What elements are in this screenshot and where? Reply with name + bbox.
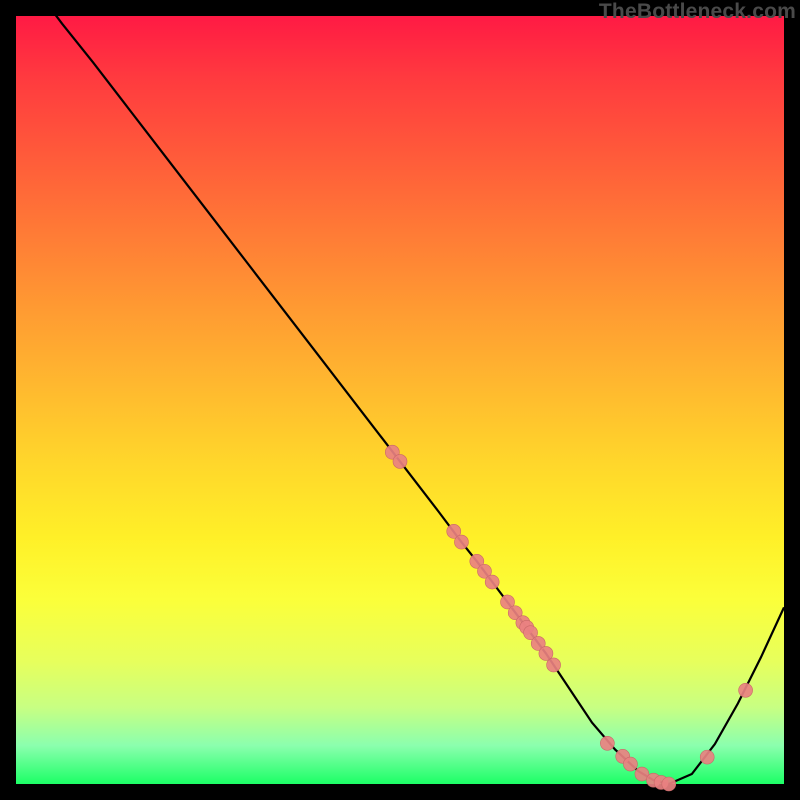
curve-layer <box>16 0 784 784</box>
data-marker <box>600 736 614 750</box>
data-marker <box>739 683 753 697</box>
chart-svg <box>16 16 784 784</box>
data-marker <box>547 658 561 672</box>
data-marker <box>662 777 676 791</box>
data-marker <box>700 750 714 764</box>
plot-area <box>16 16 784 784</box>
bottleneck-curve <box>16 0 784 784</box>
chart-frame <box>16 16 784 784</box>
data-marker <box>623 757 637 771</box>
markers-layer <box>385 445 752 791</box>
data-marker <box>393 454 407 468</box>
data-marker <box>454 535 468 549</box>
data-marker <box>485 575 499 589</box>
watermark-text: TheBottleneck.com <box>599 0 796 24</box>
